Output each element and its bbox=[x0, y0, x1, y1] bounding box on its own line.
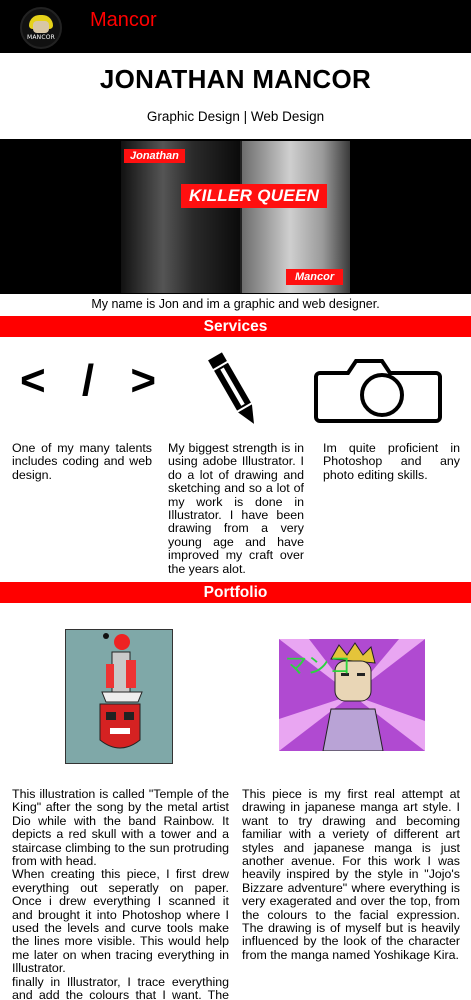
hero-banner: Jonathan KILLER QUEEN Mancor bbox=[0, 139, 471, 294]
portfolio-item-2-text: This piece is my first real attempt at d… bbox=[242, 787, 460, 962]
code-icon: < / > bbox=[20, 356, 169, 405]
logo-face bbox=[33, 21, 49, 33]
services-heading: Services bbox=[0, 316, 471, 337]
service-photoshop-text: Im quite proficient in Photoshop and any… bbox=[323, 441, 460, 482]
services-columns: One of my many talents includes coding a… bbox=[0, 441, 471, 582]
page-title: JONATHAN MANCOR bbox=[99, 64, 372, 94]
portfolio-item-2-paragraph: This piece is my first real attempt at d… bbox=[242, 787, 460, 962]
hero-image: Jonathan KILLER QUEEN Mancor bbox=[121, 141, 350, 293]
camera-icon bbox=[312, 355, 444, 430]
manga-self-portrait-image[interactable]: マンコ bbox=[279, 639, 425, 751]
portfolio-item-1-text: This illustration is called "Temple of t… bbox=[12, 787, 229, 1000]
portfolio-images: マンコ bbox=[0, 603, 471, 788]
page-header: JONATHAN MANCOR Graphic Design | Web Des… bbox=[0, 53, 471, 139]
pencil-icon bbox=[207, 349, 263, 438]
portfolio-heading: Portfolio bbox=[0, 582, 471, 603]
hero-face-left bbox=[121, 141, 241, 293]
main-content: My name is Jon and im a graphic and web … bbox=[0, 294, 471, 1000]
temple-of-the-king-image[interactable] bbox=[65, 629, 173, 764]
top-nav: MANCOR Mancor bbox=[0, 0, 471, 56]
portfolio-item-1-paragraph: When creating this piece, I first drew e… bbox=[12, 867, 229, 976]
brand-link[interactable]: Mancor bbox=[90, 9, 157, 32]
logo[interactable]: MANCOR bbox=[20, 7, 62, 49]
hero-divider bbox=[240, 141, 242, 293]
page: MANCOR Mancor JONATHAN MANCOR Graphic De… bbox=[0, 0, 471, 1000]
hero-tag-jonathan: Jonathan bbox=[124, 149, 185, 163]
hero-tag-mancor: Mancor bbox=[286, 269, 344, 285]
logo-text: MANCOR bbox=[26, 34, 56, 41]
portfolio-item-1-paragraph: finally in Illustrator, I trace everythi… bbox=[12, 974, 229, 1000]
page-subtitle: Graphic Design | Web Design bbox=[146, 109, 325, 124]
services-icons: < / > bbox=[0, 337, 471, 442]
hero-tag-killer-queen: KILLER QUEEN bbox=[181, 184, 328, 208]
portfolio-item-1-paragraph: This illustration is called "Temple of t… bbox=[12, 787, 229, 869]
intro-text: My name is Jon and im a graphic and web … bbox=[91, 297, 380, 311]
service-illustrator-text: My biggest strength is in using adobe Il… bbox=[168, 441, 304, 576]
service-coding-text: One of my many talents includes coding a… bbox=[12, 441, 152, 482]
art-katakana-text: マンコ bbox=[285, 654, 351, 679]
